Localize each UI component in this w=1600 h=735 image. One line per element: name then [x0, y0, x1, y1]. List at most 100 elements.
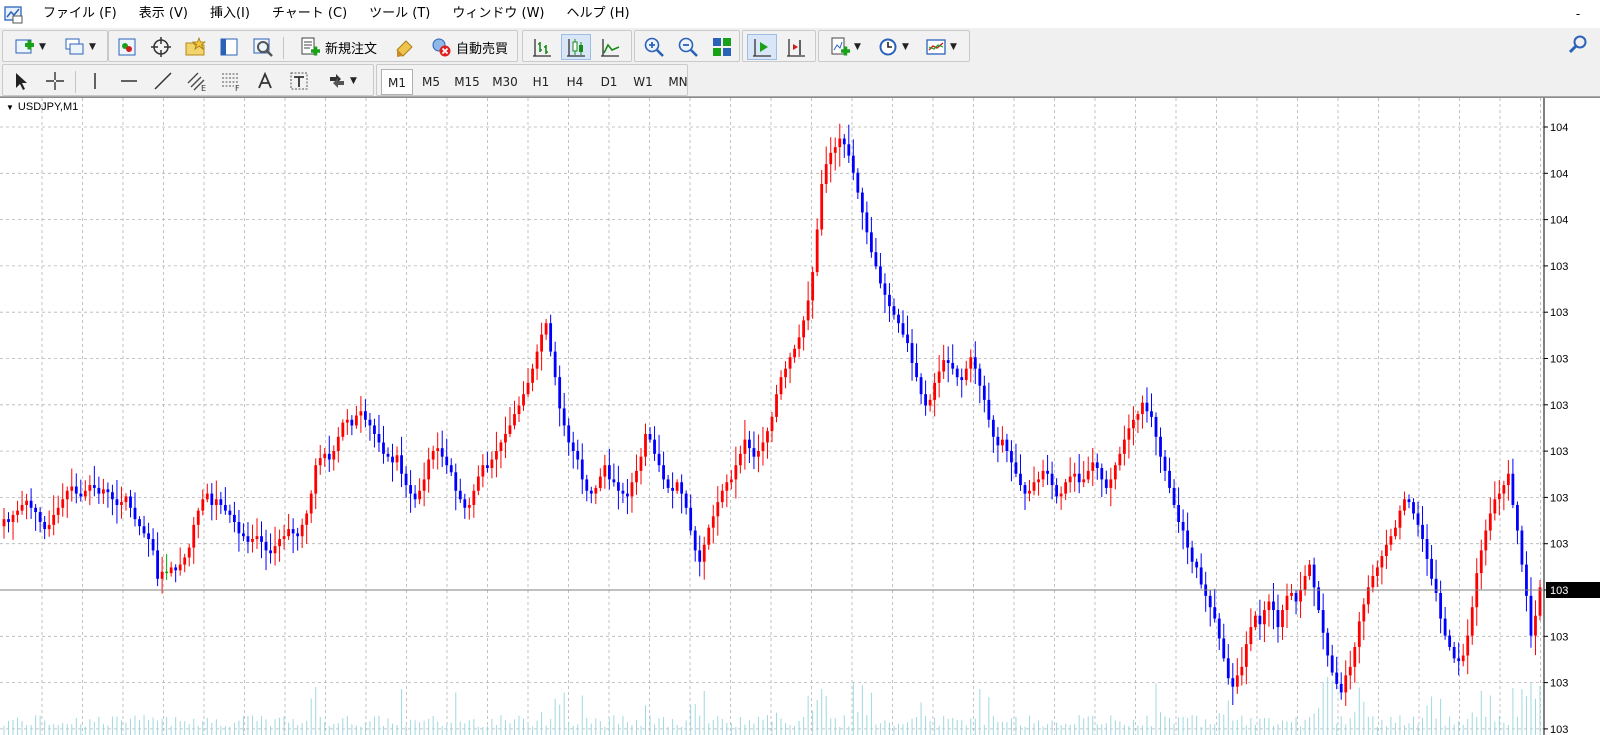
profiles-button[interactable]: ▼ — [57, 34, 103, 60]
candle-body — [1290, 593, 1293, 596]
auto-scroll-button[interactable] — [747, 34, 777, 60]
candle-body — [797, 337, 801, 349]
arrows-button[interactable]: ▼ — [319, 68, 365, 94]
text-label-button[interactable] — [285, 68, 313, 94]
candle-body — [1136, 414, 1140, 420]
minimize-button[interactable]: - — [1568, 4, 1588, 24]
timeframe-button-d1[interactable]: D1 — [593, 69, 625, 95]
timeframe-button-mn[interactable]: MN — [661, 69, 695, 95]
candle-body — [1407, 499, 1411, 503]
candle-body — [729, 479, 733, 483]
strategy-tester-button[interactable] — [249, 34, 277, 60]
zoom-in-button[interactable] — [639, 34, 669, 60]
search-icon[interactable] — [1568, 34, 1590, 56]
menu-item-4[interactable]: ツール (T) — [358, 0, 441, 28]
tile-windows-button[interactable] — [707, 34, 737, 60]
candle-body — [1276, 610, 1280, 628]
auto-trading-button[interactable]: 自動売買 — [423, 34, 515, 60]
market-watch-button[interactable] — [113, 34, 141, 60]
menu-item-0[interactable]: ファイル (F) — [32, 0, 128, 28]
indicators-button[interactable]: ▼ — [823, 34, 867, 60]
crosshair-button[interactable] — [41, 68, 69, 94]
timeframe-button-m5[interactable]: M5 — [415, 69, 447, 95]
bar-chart-button[interactable] — [527, 34, 557, 60]
candle-body — [752, 448, 756, 457]
timeframe-button-m30[interactable]: M30 — [487, 69, 523, 95]
candle-body — [531, 368, 534, 383]
equidistant-channel-button[interactable]: E — [183, 68, 211, 94]
templates-button[interactable]: ▼ — [919, 34, 963, 60]
candle-body — [1421, 524, 1424, 540]
candle-body — [549, 323, 553, 352]
candle-body — [318, 458, 322, 466]
candle-body — [264, 541, 268, 551]
horizontal-line-button[interactable] — [115, 68, 143, 94]
vertical-line-icon — [94, 73, 96, 89]
candle-body — [476, 476, 480, 491]
candle-body — [2, 519, 6, 527]
menu-item-5[interactable]: ウィンドウ (W) — [441, 0, 555, 28]
toolbar-separator — [283, 37, 284, 59]
candle-body — [1055, 485, 1059, 497]
candle-body — [1023, 485, 1027, 494]
chart-shift-button[interactable] — [781, 34, 811, 60]
candle-body — [1010, 451, 1013, 463]
data-window-button[interactable] — [147, 34, 175, 60]
candle-body — [1005, 439, 1009, 451]
periods-button[interactable]: ▼ — [871, 34, 915, 60]
timeframe-button-m1[interactable]: M1 — [381, 69, 413, 95]
candle-body — [540, 334, 543, 352]
timeframe-button-h1[interactable]: H1 — [525, 69, 557, 95]
menu-item-2[interactable]: 挿入(I) — [199, 0, 261, 28]
candle-body — [1457, 658, 1461, 662]
candle-body — [1145, 402, 1149, 412]
menu-item-3[interactable]: チャート (C) — [261, 0, 358, 28]
candle-body — [1344, 675, 1348, 693]
price-axis-label: 103 — [1550, 400, 1568, 412]
line-chart-icon — [601, 39, 620, 57]
candle-body — [409, 485, 412, 494]
indicators-icon — [831, 37, 851, 56]
candle-body — [1470, 607, 1474, 636]
terminal-button[interactable] — [215, 34, 243, 60]
candle-body — [481, 465, 485, 477]
chart-window[interactable]: 104 104 104 103 103 103 103 103 103 103 103 103 103 1… — [0, 97, 1600, 735]
zoom-out-button[interactable] — [673, 34, 703, 60]
fibonacci-button[interactable]: F — [217, 68, 245, 94]
price-chart[interactable]: 104 104 104 103 103 103 103 103 103 103 103 103 103 1… — [0, 98, 1600, 735]
candle-body — [1226, 658, 1230, 679]
trendline-button[interactable] — [149, 68, 177, 94]
candle-body — [888, 294, 891, 307]
market-watch-icon — [118, 38, 136, 56]
candle-body — [1263, 610, 1266, 625]
candlestick-chart-button[interactable] — [561, 34, 591, 60]
candle-body — [101, 489, 105, 494]
candle-body — [151, 539, 155, 551]
new-chart-button[interactable]: ▼ — [7, 34, 53, 60]
line-chart-button[interactable] — [595, 34, 625, 60]
zoom-in-icon — [644, 37, 664, 57]
timeframe-button-w1[interactable]: W1 — [627, 69, 659, 95]
navigator-button[interactable] — [181, 34, 209, 60]
candle-body — [1502, 485, 1506, 494]
candle-body — [386, 453, 390, 457]
candle-body — [748, 439, 751, 449]
metaeditor-button[interactable] — [391, 34, 419, 60]
candle-body — [1186, 530, 1190, 548]
crosshair-icon — [151, 37, 171, 57]
candle-body — [612, 479, 616, 483]
candle-body — [788, 357, 792, 369]
text-tool-button[interactable] — [251, 68, 279, 94]
candle-body — [784, 368, 787, 378]
vertical-line-button[interactable] — [81, 68, 109, 94]
candle-body — [860, 192, 864, 213]
cursor-button[interactable] — [7, 68, 35, 94]
candle-body — [919, 377, 923, 395]
new-order-button[interactable]: 新規注文 — [289, 34, 387, 60]
candle-body — [906, 334, 909, 344]
timeframe-button-h4[interactable]: H4 — [559, 69, 591, 95]
menu-item-6[interactable]: ヘルプ (H) — [556, 0, 641, 28]
timeframe-button-m15[interactable]: M15 — [449, 69, 485, 95]
menu-item-1[interactable]: 表示 (V) — [128, 0, 199, 28]
candle-body — [761, 442, 765, 451]
